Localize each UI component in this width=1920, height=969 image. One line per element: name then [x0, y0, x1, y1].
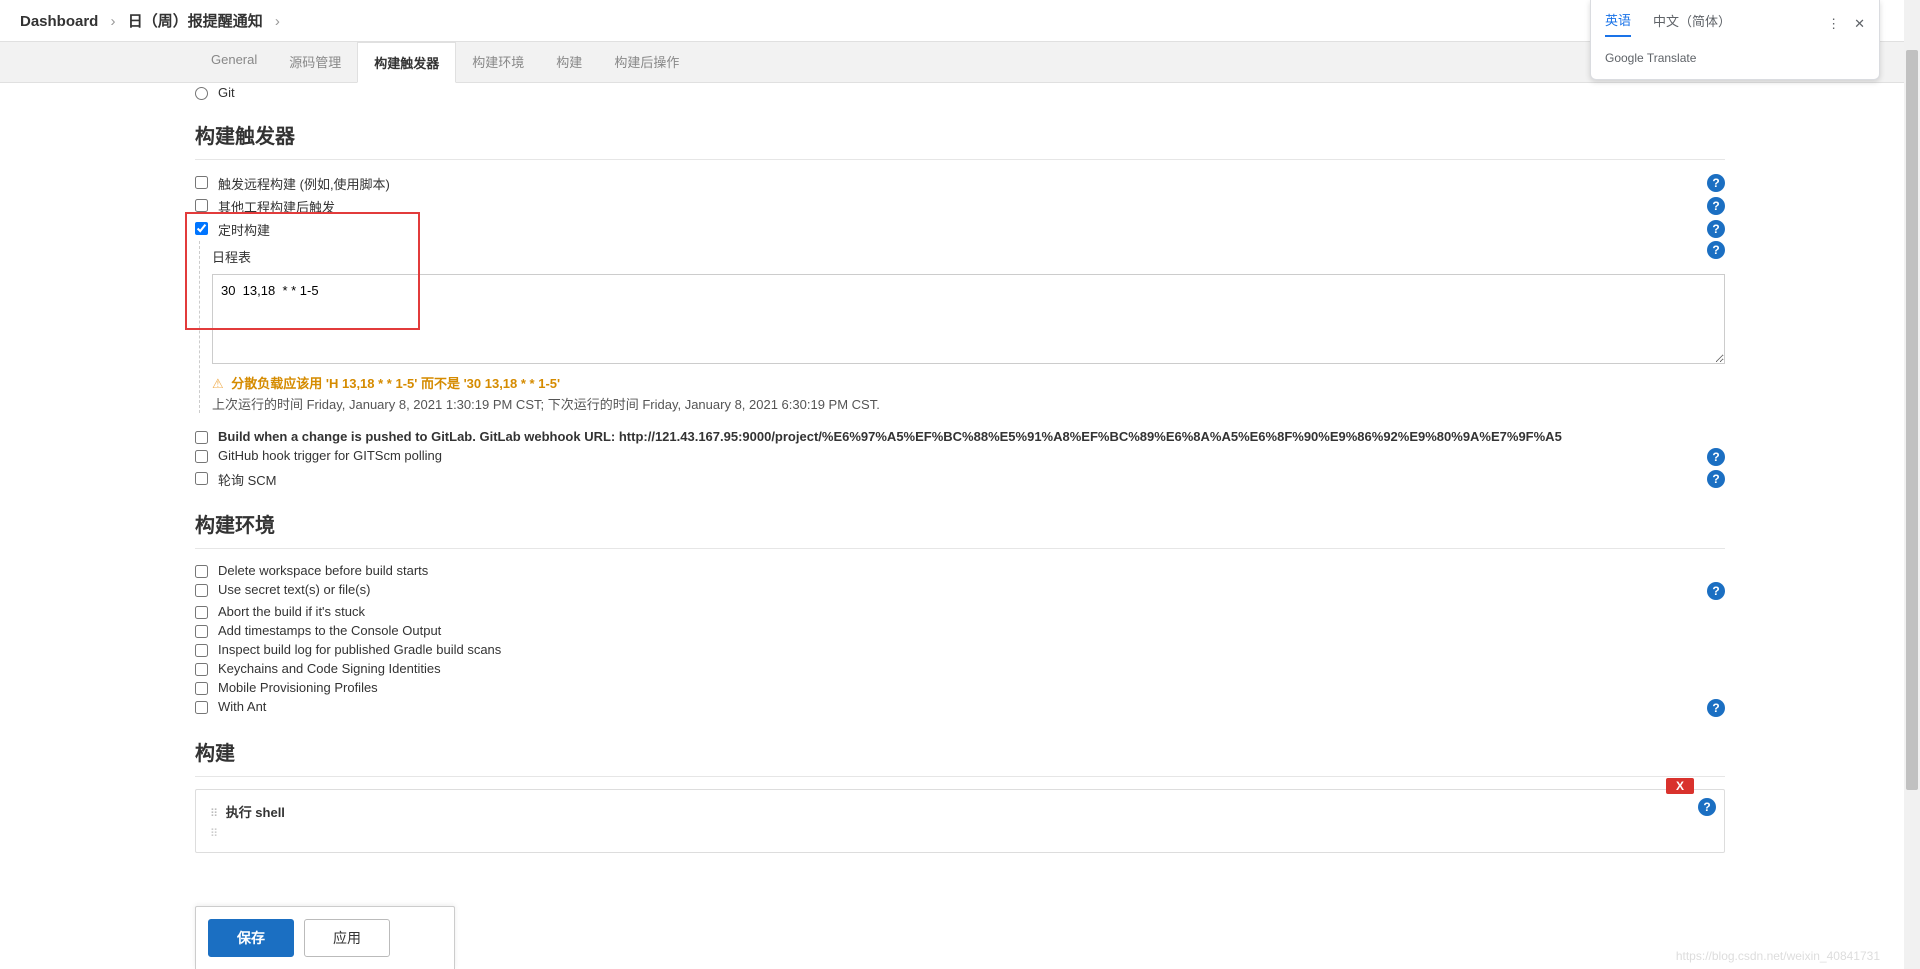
env-delete-checkbox[interactable] [195, 565, 208, 578]
schedule-warning-text: 分散负载应该用 'H 13,18 * * 1-5' 而不是 '30 13,18 … [231, 376, 560, 391]
help-icon[interactable]: ? [1707, 197, 1725, 215]
help-icon[interactable]: ? [1707, 220, 1725, 238]
chevron-right-icon: › [111, 13, 116, 30]
trigger-after-checkbox[interactable] [195, 199, 208, 212]
env-abort-row: Abort the build if it's stuck [195, 602, 1725, 621]
save-button[interactable]: 保存 [208, 919, 294, 957]
trigger-poll-checkbox[interactable] [195, 472, 208, 485]
env-timestamp-label: Add timestamps to the Console Output [218, 623, 1725, 638]
apply-button[interactable]: 应用 [304, 919, 390, 957]
env-gradle-checkbox[interactable] [195, 644, 208, 657]
trigger-timed-checkbox[interactable] [195, 222, 208, 235]
trigger-timed-row: 定时构建 ? [195, 218, 1725, 241]
breadcrumb-project[interactable]: 日（周）报提醒通知 [128, 13, 263, 30]
tab-build[interactable]: 构建 [540, 42, 598, 82]
trigger-gitscm-row: GitHub hook trigger for GITScm polling ? [195, 446, 1725, 468]
scm-git-label: Git [218, 85, 1725, 100]
close-icon[interactable]: ✕ [1854, 16, 1865, 32]
trigger-remote-row: 触发远程构建 (例如,使用脚本) ? [195, 172, 1725, 195]
footer-actions: 保存 应用 [195, 906, 455, 969]
help-icon[interactable]: ? [1707, 470, 1725, 488]
env-mobile-row: Mobile Provisioning Profiles [195, 678, 1725, 697]
divider [195, 159, 1725, 160]
schedule-runtime-text: 上次运行的时间 Friday, January 8, 2021 1:30:19 … [212, 394, 1725, 413]
schedule-label: 日程表 [212, 247, 1699, 266]
trigger-timed-label: 定时构建 [218, 220, 1699, 239]
env-delete-row: Delete workspace before build starts [195, 561, 1725, 580]
env-keychain-checkbox[interactable] [195, 663, 208, 676]
translate-tab-en[interactable]: 英语 [1605, 10, 1631, 37]
env-abort-checkbox[interactable] [195, 606, 208, 619]
tab-post[interactable]: 构建后操作 [598, 42, 695, 82]
build-step-title: 执行 shell [226, 805, 285, 820]
trigger-after-label: 其他工程构建后触发 [218, 197, 1699, 216]
env-keychain-label: Keychains and Code Signing Identities [218, 661, 1725, 676]
trigger-poll-label: 轮询 SCM [218, 470, 1699, 489]
trigger-gitlab-row: Build when a change is pushed to GitLab.… [195, 427, 1725, 446]
help-icon[interactable]: ? [1707, 174, 1725, 192]
env-abort-label: Abort the build if it's stuck [218, 604, 1725, 619]
delete-step-button[interactable]: X [1666, 778, 1694, 794]
divider [195, 548, 1725, 549]
watermark: https://blog.csdn.net/weixin_40841731 [1676, 949, 1880, 963]
env-timestamp-checkbox[interactable] [195, 625, 208, 638]
env-gradle-row: Inspect build log for published Gradle b… [195, 640, 1725, 659]
env-mobile-checkbox[interactable] [195, 682, 208, 695]
trigger-gitlab-label: Build when a change is pushed to GitLab.… [218, 429, 1725, 444]
help-icon[interactable]: ? [1707, 699, 1725, 717]
chevron-right-icon: › [275, 13, 280, 30]
scm-git-row: Git [195, 83, 1725, 102]
google-translate-panel: 英语 中文（简体） ⋮ ✕ Google Translate [1590, 0, 1880, 80]
warning-icon: ⚠ [212, 376, 224, 391]
section-env-title: 构建环境 [195, 509, 1725, 538]
scrollbar-thumb[interactable] [1906, 50, 1918, 790]
section-build-title: 构建 [195, 737, 1725, 766]
env-timestamp-row: Add timestamps to the Console Output [195, 621, 1725, 640]
env-keychain-row: Keychains and Code Signing Identities [195, 659, 1725, 678]
env-secret-label: Use secret text(s) or file(s) [218, 582, 1699, 597]
env-secret-checkbox[interactable] [195, 584, 208, 597]
trigger-gitlab-checkbox[interactable] [195, 431, 208, 444]
env-delete-label: Delete workspace before build starts [218, 563, 1725, 578]
content-pane: Git 构建触发器 触发远程构建 (例如,使用脚本) ? 其他工程构建后触发 ?… [0, 83, 1920, 942]
help-icon[interactable]: ? [1698, 798, 1716, 816]
vertical-scrollbar[interactable] [1904, 0, 1920, 969]
env-ant-row: With Ant? [195, 697, 1725, 719]
schedule-textarea[interactable] [212, 274, 1725, 364]
env-ant-checkbox[interactable] [195, 701, 208, 714]
trigger-remote-checkbox[interactable] [195, 176, 208, 189]
drag-handle-icon[interactable]: ⠿ [210, 808, 216, 820]
trigger-gitscm-label: GitHub hook trigger for GITScm polling [218, 448, 1699, 463]
help-icon[interactable]: ? [1707, 241, 1725, 259]
help-icon[interactable]: ? [1707, 582, 1725, 600]
env-mobile-label: Mobile Provisioning Profiles [218, 680, 1725, 695]
schedule-warning: ⚠ 分散负载应该用 'H 13,18 * * 1-5' 而不是 '30 13,1… [212, 373, 1725, 392]
trigger-poll-row: 轮询 SCM ? [195, 468, 1725, 491]
trigger-gitscm-checkbox[interactable] [195, 450, 208, 463]
tab-env[interactable]: 构建环境 [456, 42, 540, 82]
translate-tab-zh[interactable]: 中文（简体） [1653, 11, 1731, 36]
build-step-subhandle: ⠿ [210, 827, 1710, 840]
scm-git-radio[interactable] [195, 87, 208, 100]
tab-scm[interactable]: 源码管理 [273, 42, 357, 82]
help-icon[interactable]: ? [1707, 448, 1725, 466]
more-icon[interactable]: ⋮ [1827, 16, 1840, 32]
translate-brand: Google Translate [1605, 51, 1865, 65]
trigger-remote-label: 触发远程构建 (例如,使用脚本) [218, 174, 1699, 193]
build-step-shell: X ? ⠿ 执行 shell ⠿ [195, 789, 1725, 853]
section-triggers-title: 构建触发器 [195, 120, 1725, 149]
divider [195, 776, 1725, 777]
env-secret-row: Use secret text(s) or file(s)? [195, 580, 1725, 602]
env-ant-label: With Ant [218, 699, 1699, 714]
tab-general[interactable]: General [195, 42, 273, 82]
trigger-after-row: 其他工程构建后触发 ? [195, 195, 1725, 218]
breadcrumb-dashboard[interactable]: Dashboard [20, 13, 98, 30]
tab-triggers[interactable]: 构建触发器 [357, 42, 456, 83]
env-gradle-label: Inspect build log for published Gradle b… [218, 642, 1725, 657]
